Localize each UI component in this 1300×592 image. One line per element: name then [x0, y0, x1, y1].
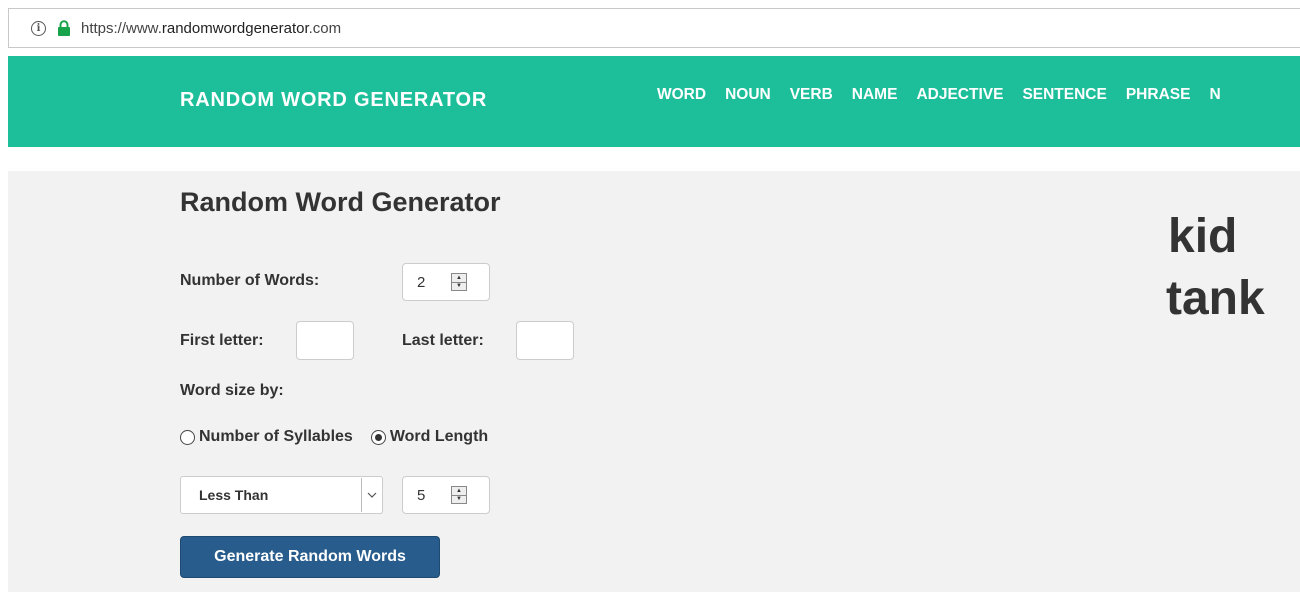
url-prefix: https://www. — [81, 19, 162, 37]
url-domain: randomwordgenerator — [161, 19, 309, 37]
word-size-radio-group: Number of Syllables Word Length — [180, 428, 506, 446]
spinner-up-icon[interactable]: ▲ — [452, 487, 466, 495]
nav-link-truncated[interactable]: N — [1209, 86, 1220, 104]
generator-panel: Random Word Generator Number of Words: 2… — [8, 171, 1300, 592]
nav-links: WORD NOUN VERB NAME ADJECTIVE SENTENCE P… — [657, 86, 1240, 104]
spinner-up-icon[interactable]: ▲ — [452, 274, 466, 282]
nav-link-noun[interactable]: NOUN — [725, 86, 771, 104]
word-size-input[interactable]: 5 ▲ ▼ — [402, 476, 490, 514]
nav-link-sentence[interactable]: SENTENCE — [1022, 86, 1106, 104]
number-of-words-value: 2 — [417, 273, 426, 291]
spinner-down-icon[interactable]: ▼ — [452, 281, 466, 291]
url-suffix: .com — [308, 19, 342, 37]
radio-word-length[interactable] — [370, 429, 386, 445]
info-icon[interactable]: i — [31, 20, 46, 36]
word-size-by-label: Word size by: — [180, 382, 284, 399]
result-word: tank — [1166, 272, 1265, 325]
radio-number-of-syllables-label[interactable]: Number of Syllables — [199, 428, 353, 446]
comparison-select-value: Less Than — [199, 487, 269, 503]
nav-link-name[interactable]: NAME — [852, 86, 898, 104]
lock-icon — [58, 20, 70, 36]
number-of-words-input[interactable]: 2 ▲ ▼ — [402, 263, 490, 301]
first-letter-input[interactable] — [296, 321, 354, 360]
nav-link-word[interactable]: WORD — [657, 86, 706, 104]
top-navbar: RANDOM WORD GENERATOR WORD NOUN VERB NAM… — [8, 56, 1300, 147]
result-word: kid — [1168, 210, 1238, 263]
number-of-words-label: Number of Words: — [180, 272, 320, 289]
url-text[interactable]: https://www.randomwordgenerator.com — [81, 20, 341, 37]
last-letter-input[interactable] — [516, 321, 574, 360]
chevron-down-icon[interactable] — [361, 478, 381, 512]
first-letter-label: First letter: — [180, 332, 264, 349]
nav-link-verb[interactable]: VERB — [790, 86, 833, 104]
last-letter-label: Last letter: — [402, 332, 484, 349]
nav-link-adjective[interactable]: ADJECTIVE — [916, 86, 1003, 104]
word-size-value: 5 — [417, 486, 426, 504]
comparison-select[interactable]: Less Than — [180, 476, 383, 514]
site-brand[interactable]: RANDOM WORD GENERATOR — [180, 89, 487, 112]
spinner-down-icon[interactable]: ▼ — [452, 494, 466, 504]
number-of-words-spinner[interactable]: ▲ ▼ — [451, 273, 467, 291]
generate-random-words-button[interactable]: Generate Random Words — [180, 536, 440, 578]
address-bar[interactable]: i https://www.randomwordgenerator.com — [8, 8, 1300, 48]
page-title: Random Word Generator — [180, 187, 501, 217]
radio-number-of-syllables[interactable] — [180, 429, 195, 445]
word-size-spinner[interactable]: ▲ ▼ — [451, 486, 467, 504]
nav-link-phrase[interactable]: PHRASE — [1126, 86, 1191, 104]
radio-word-length-label[interactable]: Word Length — [390, 428, 488, 446]
